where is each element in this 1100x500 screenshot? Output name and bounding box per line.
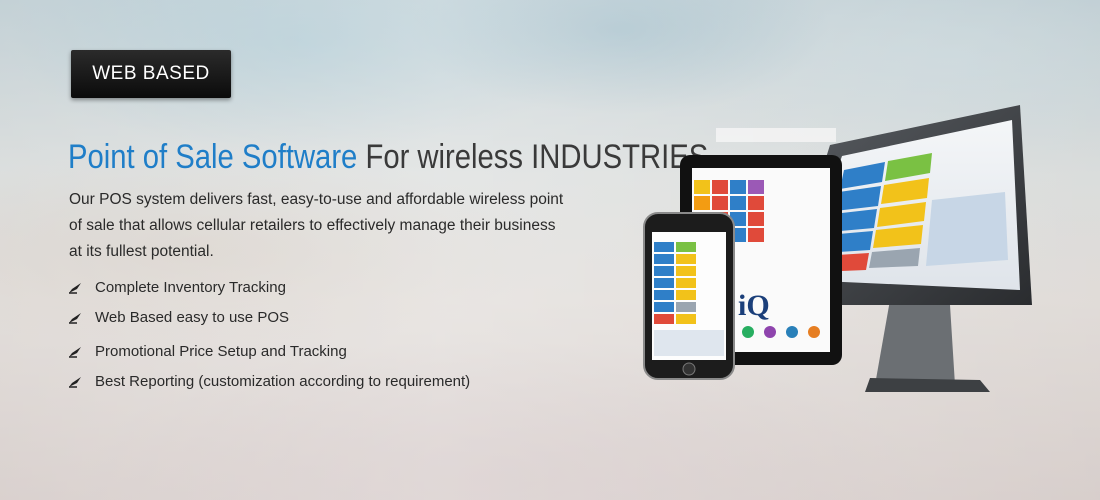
- pos-devices-illustration: iQ: [643, 105, 1032, 392]
- feather-bullet-icon: [68, 312, 82, 324]
- feature-item-inventory: Complete Inventory Tracking: [68, 279, 286, 296]
- feature-label: Web Based easy to use POS: [95, 309, 289, 326]
- iq-logo-text: iQ: [738, 289, 770, 322]
- feature-label: Best Reporting (customization according …: [95, 373, 471, 390]
- feather-bullet-icon: [68, 376, 82, 388]
- product-description: Our POS system delivers fast, easy-to-us…: [69, 191, 564, 260]
- feature-label: Complete Inventory Tracking: [95, 279, 286, 296]
- web-based-badge: WEB BASED: [71, 50, 231, 98]
- feature-label: Promotional Price Setup and Tracking: [95, 343, 347, 360]
- page-headline: Point of Sale Software For wireless INDU…: [68, 138, 708, 177]
- headline-highlight: Point of Sale Software: [68, 138, 358, 176]
- feature-item-promotional: Promotional Price Setup and Tracking: [68, 343, 347, 360]
- feather-bullet-icon: [68, 282, 82, 294]
- feature-item-web-based: Web Based easy to use POS: [68, 309, 289, 326]
- feather-bullet-icon: [68, 346, 82, 358]
- feature-item-reporting: Best Reporting (customization according …: [68, 373, 470, 390]
